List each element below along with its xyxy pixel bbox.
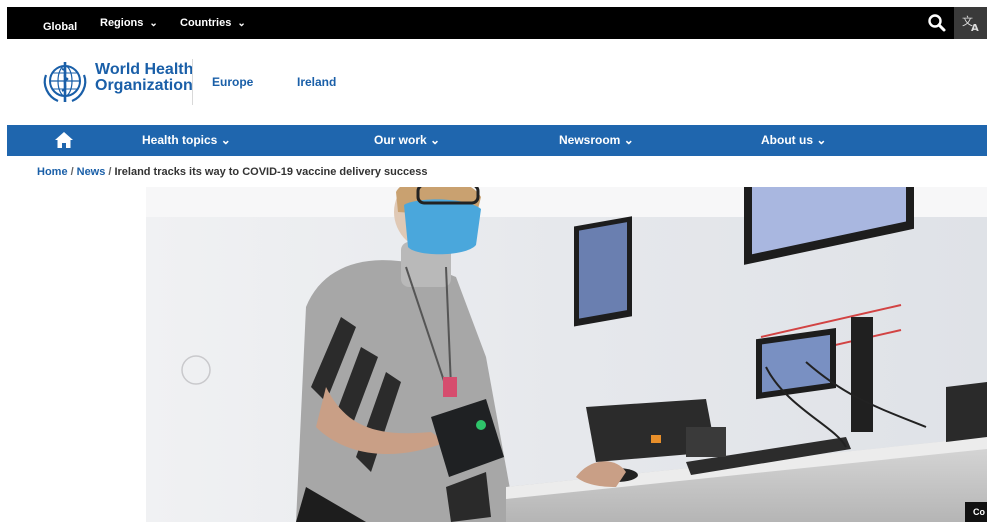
home-icon xyxy=(55,132,73,148)
search-icon xyxy=(928,14,946,32)
top-bar: Global Regions ⌄ Countries ⌄ 文 A xyxy=(7,7,987,39)
logo-line-2: Organization xyxy=(95,77,193,94)
breadcrumb-news[interactable]: News xyxy=(77,166,106,178)
home-button[interactable] xyxy=(54,131,74,149)
chevron-down-icon: ⌄ xyxy=(816,133,827,147)
brand-divider xyxy=(192,59,193,105)
translate-icon: 文 A xyxy=(962,14,979,32)
europe-link[interactable]: Europe xyxy=(212,75,253,89)
nav-newsroom[interactable]: Newsroom ⌄ xyxy=(559,133,634,147)
breadcrumb-home[interactable]: Home xyxy=(37,166,68,178)
nav-our-work[interactable]: Our work ⌄ xyxy=(374,133,440,147)
breadcrumb: Home / News / Ireland tracks its way to COVI… xyxy=(37,166,428,178)
who-logo-text[interactable]: World Health Organization xyxy=(95,62,193,94)
nav-label: Newsroom xyxy=(559,133,621,147)
brand-header: World Health Organization Europe Ireland xyxy=(7,39,987,125)
main-nav: Health topics ⌄ Our work ⌄ Newsroom ⌄ Ab… xyxy=(7,125,987,156)
countries-dropdown[interactable]: Countries ⌄ xyxy=(180,17,246,29)
nav-about-us[interactable]: About us ⌄ xyxy=(761,133,826,147)
breadcrumb-current: Ireland tracks its way to COVID-19 vacci… xyxy=(114,166,428,178)
nav-health-topics[interactable]: Health topics ⌄ xyxy=(142,133,231,147)
who-emblem-icon[interactable] xyxy=(40,57,90,105)
chevron-down-icon: ⌄ xyxy=(237,18,246,29)
hero-image xyxy=(146,187,987,522)
countries-label: Countries xyxy=(180,17,232,29)
nav-label: Health topics xyxy=(142,133,218,147)
chevron-down-icon: ⌄ xyxy=(430,133,441,147)
photo-credit-badge[interactable]: Co xyxy=(965,502,987,522)
chevron-down-icon: ⌄ xyxy=(623,133,634,147)
global-link[interactable]: Global xyxy=(43,17,77,35)
svg-text:A: A xyxy=(971,23,979,32)
ireland-link[interactable]: Ireland xyxy=(297,75,336,89)
logo-line-1: World Health xyxy=(95,61,194,78)
regions-dropdown[interactable]: Regions ⌄ xyxy=(100,17,158,29)
nav-label: About us xyxy=(761,133,813,147)
translate-button[interactable]: 文 A xyxy=(954,7,987,39)
breadcrumb-separator: / xyxy=(108,166,112,178)
chevron-down-icon: ⌄ xyxy=(220,133,231,147)
breadcrumb-separator: / xyxy=(70,166,74,178)
chevron-down-icon: ⌄ xyxy=(149,18,158,29)
regions-label: Regions xyxy=(100,17,144,29)
nav-label: Our work xyxy=(374,133,427,147)
search-button[interactable] xyxy=(927,13,947,33)
